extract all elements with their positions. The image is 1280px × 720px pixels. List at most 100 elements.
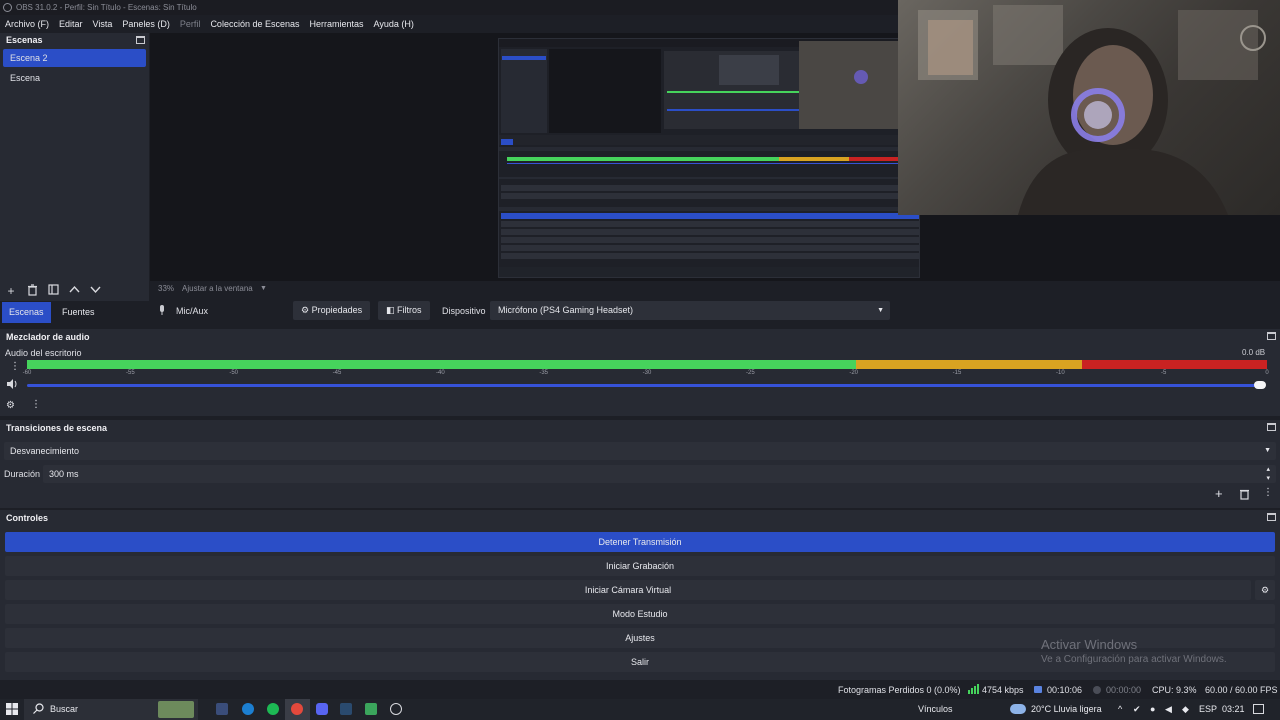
controls-title: Controles	[6, 513, 49, 523]
scene-item-escena[interactable]: Escena	[3, 69, 146, 87]
meter-tick-label: -35	[539, 370, 548, 376]
clock-time[interactable]: 03:21	[1222, 704, 1245, 714]
audio-meter-bottom	[27, 366, 1267, 369]
trash-icon[interactable]	[25, 284, 39, 298]
menu-coleccion-escenas[interactable]: Colección de Escenas	[210, 19, 299, 29]
windows-start-icon[interactable]	[6, 703, 18, 717]
meter-tick-label: -10	[1055, 370, 1065, 376]
windows-taskbar: Buscar Vínculos 20°C Lluvia ligera ^ ✔ ●…	[0, 699, 1280, 720]
obs-taskbar-icon[interactable]	[390, 703, 402, 715]
transition-kebab-icon[interactable]: ⋮	[1263, 487, 1273, 498]
meter-tick-label: -25	[745, 370, 755, 376]
chrome-browser-icon[interactable]	[291, 703, 303, 715]
kebab-menu-icon[interactable]: ⋮	[10, 361, 20, 372]
spin-down-icon[interactable]: ▾	[1266, 470, 1270, 488]
filter-icon: ◧	[386, 305, 398, 315]
filter-icon[interactable]	[46, 284, 60, 298]
duration-label: Duración	[4, 469, 41, 479]
remove-transition-icon[interactable]	[1239, 488, 1250, 502]
network-tray-icon[interactable]: ◆	[1182, 704, 1189, 715]
record-time: 00:00:00	[1106, 685, 1142, 695]
links-toolbar[interactable]: Vínculos	[918, 704, 953, 714]
spotify-icon[interactable]	[267, 703, 279, 715]
meter-tick-label: 0	[1265, 370, 1269, 376]
activation-watermark-title: Activar Windows	[1041, 637, 1138, 652]
transition-select[interactable]: Desvanecimiento ▼	[4, 442, 1276, 460]
dropped-frames: Fotogramas Perdidos 0 (0.0%)	[838, 685, 961, 695]
studio-mode-button[interactable]: Modo Estudio	[5, 604, 1275, 624]
tab-escenas[interactable]: Escenas	[2, 302, 51, 323]
meter-tick-label: -60	[22, 370, 32, 376]
meter-tick-label: -20	[849, 370, 858, 376]
move-down-icon[interactable]	[88, 284, 102, 298]
start-virtual-camera-button[interactable]: Iniciar Cámara Virtual	[5, 580, 1251, 600]
edge-browser-icon[interactable]	[242, 703, 254, 715]
scenes-dock-title: Escenas	[6, 35, 43, 45]
task-view-icon[interactable]	[216, 703, 228, 715]
scenes-dock-header: Escenas	[0, 33, 149, 47]
stop-streaming-button[interactable]: Detener Transmisión	[5, 532, 1275, 552]
volume-slider-handle[interactable]	[1254, 381, 1266, 389]
source-name: Mic/Aux	[176, 306, 209, 316]
microphone-tray-icon[interactable]: ●	[1150, 704, 1155, 714]
tray-app-icon[interactable]: ✔	[1133, 704, 1141, 715]
meter-red-segment	[1082, 366, 1267, 369]
volume-slider-track[interactable]	[27, 384, 1265, 387]
add-icon[interactable]: +	[4, 284, 18, 298]
audio-mixer-header: Mezclador de audio	[0, 329, 1280, 345]
app-launcher-icon[interactable]	[365, 703, 377, 715]
transition-value: Desvanecimiento	[10, 446, 80, 456]
tray-chevron-up-icon[interactable]: ^	[1118, 704, 1122, 714]
move-up-icon[interactable]	[67, 284, 81, 298]
menu-paneles[interactable]: Paneles (D)	[122, 19, 170, 29]
scene-item-escena-2[interactable]: Escena 2	[3, 49, 146, 67]
chevron-down-icon: ▼	[1264, 447, 1271, 454]
notifications-icon[interactable]	[1253, 704, 1264, 714]
meter-tick-label: -50	[229, 370, 238, 376]
transitions-header: Transiciones de escena	[0, 420, 1280, 436]
taskbar-search-box[interactable]: Buscar	[24, 699, 198, 720]
menu-vista[interactable]: Vista	[93, 19, 113, 29]
speaker-icon[interactable]	[7, 379, 18, 391]
audio-mixer-title: Mezclador de audio	[6, 332, 90, 342]
undock-icon[interactable]	[1267, 332, 1276, 340]
menu-editar[interactable]: Editar	[59, 19, 83, 29]
zoom-level: 33%	[158, 284, 175, 293]
meter-green-segment	[27, 366, 856, 369]
menu-ayuda[interactable]: Ayuda (H)	[374, 19, 414, 29]
duration-spinbox[interactable]: 300 ms ▴ ▾	[43, 465, 1276, 483]
undock-icon[interactable]	[1267, 513, 1276, 521]
cpu-usage: CPU: 9.3%	[1152, 685, 1197, 695]
fit-to-window-select[interactable]: Ajustar a la ventana	[182, 281, 253, 296]
properties-button[interactable]: ⚙ Propiedades	[293, 301, 371, 320]
chevron-down-icon[interactable]: ▼	[260, 281, 267, 296]
menu-herramientas[interactable]: Herramientas	[310, 19, 364, 29]
undock-icon[interactable]	[1267, 423, 1276, 431]
activation-watermark-subtitle: Ve a Configuración para activar Windows.	[1041, 654, 1227, 665]
advanced-audio-gear-icon[interactable]: ⚙	[6, 400, 15, 411]
filters-button[interactable]: ◧ Filtros	[378, 301, 430, 320]
volume-tray-icon[interactable]: ◀	[1165, 704, 1172, 715]
weather-cloud-icon	[1010, 704, 1026, 714]
webcam-feed	[898, 0, 1280, 215]
search-placeholder: Buscar	[50, 704, 79, 714]
weather-text[interactable]: 20°C Lluvia ligera	[1031, 704, 1102, 714]
preview-zoom-bar: 33% Ajustar a la ventana ▼	[150, 281, 1280, 296]
audio-level-readout: 0.0 dB	[1242, 348, 1266, 357]
fps-readout: 60.00 / 60.00 FPS	[1205, 685, 1278, 695]
discord-icon[interactable]	[316, 703, 328, 715]
start-recording-button[interactable]: Iniciar Grabación	[5, 556, 1275, 576]
add-transition-icon[interactable]: +	[1215, 486, 1223, 501]
tab-fuentes[interactable]: Fuentes	[55, 302, 102, 323]
steam-icon[interactable]	[340, 703, 352, 715]
menu-archivo[interactable]: Archivo (F)	[5, 19, 49, 29]
device-select[interactable]: Micrófono (PS4 Gaming Headset) ▼	[490, 301, 890, 320]
mixer-kebab-icon[interactable]: ⋮	[31, 399, 41, 410]
bitrate: 4754 kbps	[982, 685, 1024, 695]
signal-bars-icon	[968, 684, 979, 696]
meter-tick-label: -15	[952, 370, 962, 376]
virtual-camera-settings-gear-icon[interactable]: ⚙	[1255, 580, 1275, 600]
menu-perfil[interactable]: Perfil	[180, 19, 201, 29]
input-language[interactable]: ESP	[1199, 704, 1217, 714]
undock-icon[interactable]	[136, 36, 145, 44]
